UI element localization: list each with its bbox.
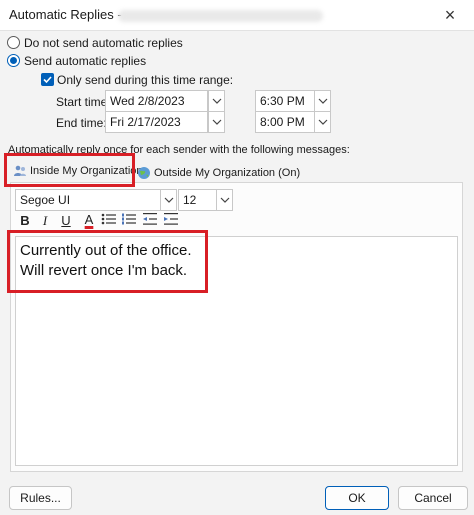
increase-indent-icon [164, 213, 178, 225]
bold-button[interactable]: B [16, 212, 34, 230]
only-send-time-range-checkbox[interactable] [41, 73, 54, 86]
checkmark-icon [43, 76, 52, 84]
increase-indent-button[interactable] [162, 212, 180, 230]
font-color-button[interactable]: A [80, 211, 98, 229]
redacted-title-region [118, 10, 323, 22]
rules-button[interactable]: Rules... [9, 486, 72, 510]
italic-button[interactable]: I [36, 212, 54, 230]
chevron-down-icon [164, 197, 174, 203]
people-icon [14, 165, 26, 177]
close-button[interactable]: × [438, 3, 462, 27]
start-time-label: Start time: [56, 95, 111, 109]
start-time-dropdown[interactable] [314, 90, 331, 112]
start-time-field[interactable]: 6:30 PM [255, 90, 315, 112]
send-automatic-replies-radio[interactable] [7, 54, 20, 67]
end-time-dropdown[interactable] [314, 111, 331, 133]
end-time-label: End time: [56, 116, 107, 130]
start-date-field[interactable]: Wed 2/8/2023 [105, 90, 208, 112]
message-text: Currently out of the office. Will revert… [20, 242, 192, 279]
font-name-field[interactable]: Segoe UI [15, 189, 162, 211]
bulleted-list-icon [101, 213, 116, 225]
bullets-button[interactable] [100, 212, 118, 230]
numbering-button[interactable] [120, 212, 138, 230]
reply-section-label: Automatically reply once for each sender… [8, 144, 350, 156]
do-not-send-label: Do not send automatic replies [24, 36, 183, 50]
font-name-dropdown[interactable] [160, 189, 177, 211]
tab-outside-my-organization[interactable]: Outside My Organization (On) [137, 164, 300, 182]
window-title: Automatic Replies - [9, 7, 122, 22]
font-size-dropdown[interactable] [216, 189, 233, 211]
only-send-time-range-label: Only send during this time range: [57, 73, 234, 87]
message-editor[interactable]: Currently out of the office. Will revert… [15, 236, 458, 466]
end-date-field[interactable]: Fri 2/17/2023 [105, 111, 208, 133]
numbered-list-icon [122, 213, 136, 225]
cancel-button[interactable]: Cancel [398, 486, 468, 510]
start-date-dropdown[interactable] [208, 90, 225, 112]
chevron-down-icon [318, 98, 328, 104]
send-automatic-replies-label: Send automatic replies [24, 54, 147, 68]
tab-inside-label: Inside My Organization [30, 165, 143, 177]
tab-inside-my-organization[interactable]: Inside My Organization [13, 162, 143, 180]
end-time-field[interactable]: 8:00 PM [255, 111, 315, 133]
title-bar: Automatic Replies - × [0, 0, 474, 30]
chevron-down-icon [220, 197, 230, 203]
decrease-indent-button[interactable] [141, 212, 159, 230]
chevron-down-icon [212, 119, 222, 125]
do-not-send-radio[interactable] [7, 36, 20, 49]
font-size-field[interactable]: 12 [178, 189, 217, 211]
ok-button[interactable]: OK [325, 486, 389, 510]
globe-icon [138, 167, 150, 180]
end-date-dropdown[interactable] [208, 111, 225, 133]
chevron-down-icon [212, 98, 222, 104]
decrease-indent-icon [143, 213, 157, 225]
underline-button[interactable]: U [57, 212, 75, 230]
tab-outside-label: Outside My Organization (On) [154, 167, 301, 179]
chevron-down-icon [318, 119, 328, 125]
